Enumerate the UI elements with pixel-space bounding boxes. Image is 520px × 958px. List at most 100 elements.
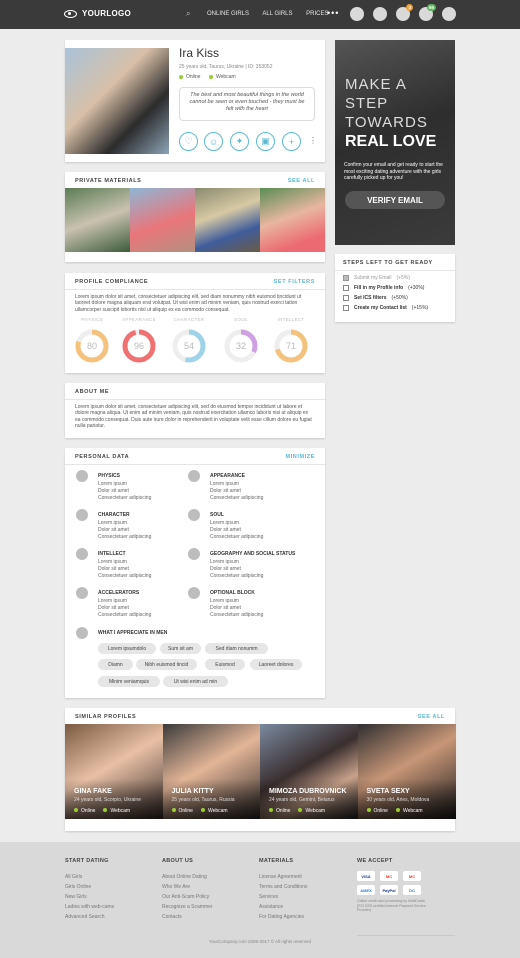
private-photo[interactable] [260,188,325,252]
set-filters-link[interactable]: SET FILTERS [274,279,315,285]
profile-photo[interactable] [65,48,169,154]
online-status: Online [179,74,200,80]
footer-link[interactable]: Girls Online [65,882,114,892]
personal-data-heading: ACCELERATORS [98,590,140,596]
add-button[interactable]: + [282,132,301,151]
steps-card: STEPS LEFT TO GET READY Submit my Email(… [335,254,455,322]
checkbox[interactable] [343,285,349,291]
credits-icon[interactable]: 65 [419,4,436,21]
section-title: ABOUT ME [75,389,110,395]
messages-icon[interactable] [373,7,387,21]
footer-link[interactable]: Ladies with web-cams [65,902,114,912]
footer-link[interactable]: License Agreement [259,872,307,882]
personal-data-line: Lorem ipsum [210,481,239,487]
personal-data-heading: PHYSICS [98,473,120,479]
personal-data-heading: GEOGRAPHY AND SOCIAL STATUS [210,551,296,557]
personal-data-line: Lorem ipsum [98,481,127,487]
footer-link[interactable]: Our Anti-Scam Policy [162,892,213,902]
footer-link[interactable]: All Girls [65,872,114,882]
wink-button[interactable]: ☺ [204,132,223,151]
appreciate-tag[interactable]: Sum sit am [160,643,201,654]
personal-data-icon [76,470,88,482]
similar-profile-name[interactable]: GINA FAKE [74,788,112,795]
personal-data-line: Consectetuer adipiscing [98,534,152,540]
footer-link[interactable]: Recognize a Scammer [162,902,213,912]
personal-data-line: Consectetuer adipiscing [210,573,264,579]
kebab-menu-icon[interactable]: ⋮ [309,136,317,145]
footer-link[interactable]: Who We Are [162,882,213,892]
checkbox[interactable] [343,295,349,301]
gift-button[interactable]: ▣ [256,132,275,151]
similar-profile-card[interactable]: JULIA KITTY 25 years old, Taurus, Russia O… [162,724,261,819]
checkbox[interactable] [343,305,349,311]
personal-data-line: Consectetuer adipiscing [210,612,264,618]
appreciate-tag[interactable]: Minim veniamquis [98,676,160,687]
footer-link[interactable]: Services [259,892,307,902]
section-title: PRIVATE MATERIALS [75,178,142,184]
section-title: STEPS LEFT TO GET READY [343,260,433,266]
similar-profile-name[interactable]: SVETA SEXY [367,788,410,795]
more-menu-icon[interactable]: ••• [327,8,339,18]
user-avatar-icon[interactable] [442,7,456,21]
personal-data-line: Lorem ipsum [210,520,239,526]
footer-link[interactable]: Terms and Conditions [259,882,307,892]
metric-value: 54 [184,341,194,351]
appreciate-tag[interactable]: Sed diam nonumm [205,643,268,654]
like-button[interactable]: ♡ [179,132,198,151]
personal-data-line: Lorem ipsum [210,598,239,604]
footer-link[interactable]: Assistance [259,902,307,912]
personal-data-heading: SOUL [210,512,224,518]
appreciate-tag[interactable]: Diamn [98,659,133,670]
nav-online-girls[interactable]: ONLINE GIRLS [207,11,249,17]
personal-data-line: Dolor sit amet [98,605,129,611]
see-all-link[interactable]: SEE ALL [418,714,445,720]
footer-heading: START DATING [65,858,109,864]
promo-text: Confirm your email and get ready to star… [344,162,443,181]
section-title: PROFILE COMPLIANCE [75,279,149,285]
footer-link[interactable]: Advanced Search [65,912,114,922]
appreciate-tag[interactable]: Ut wisi enim ad min [163,676,228,687]
personal-data-line: Consectetuer adipiscing [98,612,152,618]
footer-link[interactable]: For Dating Agencies [259,912,307,922]
step-item[interactable]: Fill in my Profile info (+30%) [343,285,424,291]
footer-link[interactable]: About Online Dating [162,872,213,882]
site-logo[interactable]: YOURLOGO [64,9,131,18]
similar-profile-card[interactable]: GINA FAKE 24 years old, Scorpio, Ukraine O… [65,724,163,819]
notifications-icon[interactable]: 3 [396,4,413,21]
footer-link[interactable]: New Girls [65,892,114,902]
similar-profile-card[interactable]: MIMOZA DUBROVNICK 24 years old, Gemini, B… [260,724,358,819]
video-chat-icon[interactable] [350,7,364,21]
appreciate-tag[interactable]: Lorem ipsumdolo [98,643,156,654]
personal-data-heading: INTELLECT [98,551,126,557]
about-me-card: ABOUT ME Lorem ipsum dolor sit amet, con… [65,383,325,438]
similar-profile-name[interactable]: JULIA KITTY [172,788,214,795]
appreciate-tag[interactable]: Laoreet dolores [250,659,302,670]
verify-email-button[interactable]: VERIFY EMAIL [345,191,445,209]
minimize-link[interactable]: MINIMIZE [285,454,315,460]
step-item[interactable]: Set ICS filters (+50%) [343,295,408,301]
similar-profile-name[interactable]: MIMOZA DUBROVNICK [269,788,347,795]
twitter-button[interactable]: ✦ [230,132,249,151]
step-item[interactable]: Submit my Email (+5%) [343,275,410,281]
nav-all-girls[interactable]: ALL GIRLS [262,11,292,17]
private-photo[interactable] [195,188,260,252]
similar-profile-meta: 24 years old, Gemini, Belarus [269,797,335,803]
step-item[interactable]: Create my Contact list (+15%) [343,305,428,311]
footer-link[interactable]: Contacts [162,912,213,922]
similar-profile-status: Online Webcam [171,808,228,814]
see-all-link[interactable]: SEE ALL [288,178,315,184]
personal-data-line: Dolor sit amet [98,527,129,533]
private-photo[interactable] [65,188,130,252]
appreciate-tag[interactable]: Euismod [205,659,245,670]
profile-name: Ira Kiss [179,46,220,60]
similar-profile-card[interactable]: SVETA SEXY 30 years old, Aries, Moldova On… [357,724,456,819]
personal-data-line: Consectetuer adipiscing [98,495,152,501]
payment-note: Online credit card processing by MultiCa… [357,899,426,912]
checkbox-checked[interactable] [343,275,349,281]
compliance-text: Lorem ipsum dolor sit amet, consectetuer… [75,294,302,313]
private-photo[interactable] [130,188,195,252]
search-icon[interactable]: ⌕ [186,9,190,19]
appreciate-tag[interactable]: Nibh euismod tincid [136,659,197,670]
personal-data-icon [76,587,88,599]
nav-prices[interactable]: PRICES [306,11,328,17]
